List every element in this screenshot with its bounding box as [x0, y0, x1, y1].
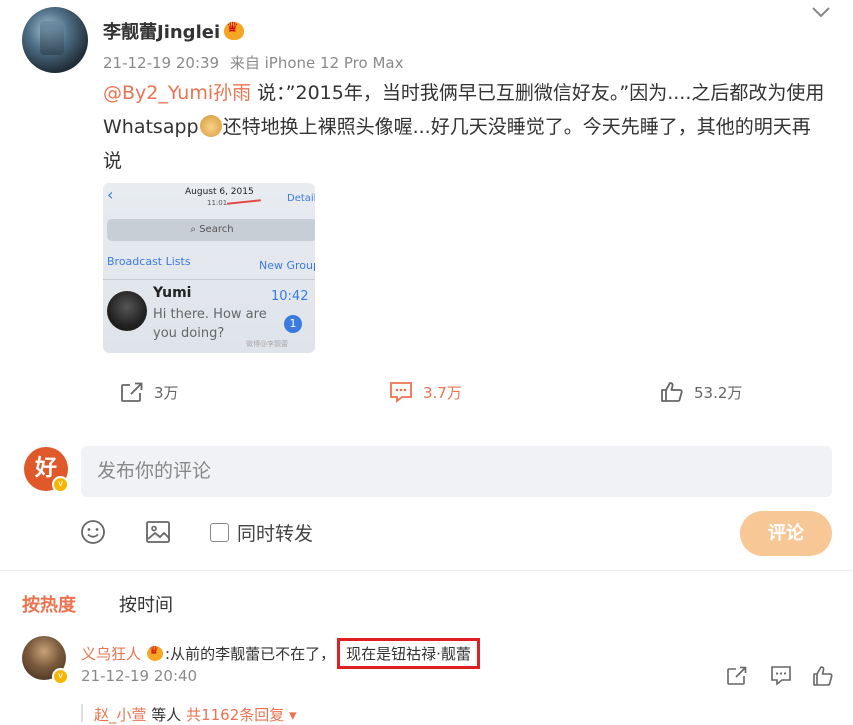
- author-avatar[interactable]: [22, 7, 88, 73]
- emoji-picker-icon[interactable]: [80, 519, 106, 545]
- image-new-group: New Group: [259, 259, 315, 272]
- my-avatar-char: 好: [34, 456, 57, 481]
- commenter-name[interactable]: 义乌狂人: [81, 645, 141, 663]
- image-date: August 6, 2015: [185, 187, 254, 197]
- repost-button[interactable]: 3万: [120, 378, 179, 406]
- author-name-text[interactable]: 李靓蕾Jinglei: [103, 22, 220, 43]
- image-broadcast-lists: Broadcast Lists: [107, 255, 191, 268]
- image-contact-name: Yumi: [153, 285, 192, 301]
- chevron-down-icon[interactable]: [808, 2, 834, 24]
- comment-repost-icon[interactable]: [727, 665, 748, 685]
- expand-caret-icon[interactable]: ▾: [284, 706, 297, 724]
- image-unread-badge: 1: [284, 315, 302, 333]
- image-contact-message: Hi there. How are you doing?: [153, 307, 267, 341]
- back-chevron-icon: ‹: [107, 185, 114, 204]
- image-contact-time: 10:42: [271, 289, 309, 304]
- like-button[interactable]: 53.2万: [660, 378, 742, 406]
- image-watermark: 微博@李靓蕾: [246, 340, 288, 348]
- like-count: 53.2万: [694, 383, 743, 402]
- comment-icon: [390, 382, 412, 403]
- replies-suffix: 等人: [146, 706, 187, 724]
- red-underline-mark: [226, 199, 262, 205]
- image-contact-avatar: [107, 291, 147, 331]
- reply-thread-line: [81, 704, 83, 722]
- replies-count[interactable]: 共1162条回复: [186, 706, 284, 724]
- comment-button[interactable]: 3.7万: [389, 378, 462, 406]
- comment-like-icon[interactable]: [813, 666, 833, 686]
- mention-link[interactable]: @By2_Yumi孙雨: [103, 82, 251, 104]
- author-name[interactable]: 李靓蕾Jinglei: [103, 18, 245, 44]
- image-upload-icon[interactable]: [145, 520, 171, 544]
- image-search-text: Search: [199, 224, 234, 235]
- post-source: 来自 iPhone 12 Pro Max: [229, 54, 404, 72]
- comment-input[interactable]: 发布你的评论: [81, 446, 832, 497]
- comment-input-placeholder: 发布你的评论: [97, 460, 212, 482]
- repost-count: 3万: [154, 383, 179, 402]
- tab-sort-time[interactable]: 按时间: [119, 591, 173, 617]
- comment-body: 义乌狂人 :从前的李靓蕾已不在了， 现在是钮祜禄·靓蕾: [81, 638, 480, 669]
- vip-crown-icon: [224, 20, 245, 40]
- comment-actions: [727, 665, 833, 686]
- section-divider: [0, 570, 853, 571]
- comment-highlight-text: 现在是钮祜禄·靓蕾: [346, 645, 471, 663]
- verified-badge-icon: v: [52, 476, 69, 493]
- post-timestamp[interactable]: 21-12-19 20:39: [103, 54, 219, 72]
- repost-checkbox-label[interactable]: 同时转发: [237, 519, 313, 546]
- replies-users[interactable]: 赵_小萱: [94, 706, 147, 724]
- image-divider: [103, 279, 315, 280]
- vip-crown-icon: [147, 644, 164, 661]
- verified-badge-icon: v: [52, 668, 69, 685]
- repost-checkbox[interactable]: [210, 523, 229, 542]
- comment-text: :从前的李靓蕾已不在了，: [165, 645, 336, 663]
- comment-timestamp: 21-12-19 20:40: [81, 667, 198, 685]
- replies-summary[interactable]: 赵_小萱 等人 共1162条回复 ▾: [94, 704, 297, 725]
- post-meta: 21-12-19 20:39 来自 iPhone 12 Pro Max: [103, 52, 409, 73]
- image-details: Details: [287, 193, 315, 204]
- image-search-bar: ⌕ Search: [107, 219, 315, 241]
- comment-reply-icon[interactable]: [771, 666, 791, 686]
- submit-comment-button[interactable]: 评论: [740, 511, 832, 556]
- doge-emoji-icon: [199, 115, 222, 137]
- thumbs-up-icon: [661, 382, 683, 402]
- repost-icon: [121, 381, 144, 402]
- comment-highlight-box: 现在是钮祜禄·靓蕾: [337, 638, 480, 669]
- post-image[interactable]: ‹ August 6, 2015 11:01 Details ⌕ Search …: [103, 183, 315, 353]
- tab-sort-hot[interactable]: 按热度: [22, 591, 76, 617]
- comment-count: 3.7万: [423, 383, 462, 402]
- image-time: 11:01: [207, 199, 228, 207]
